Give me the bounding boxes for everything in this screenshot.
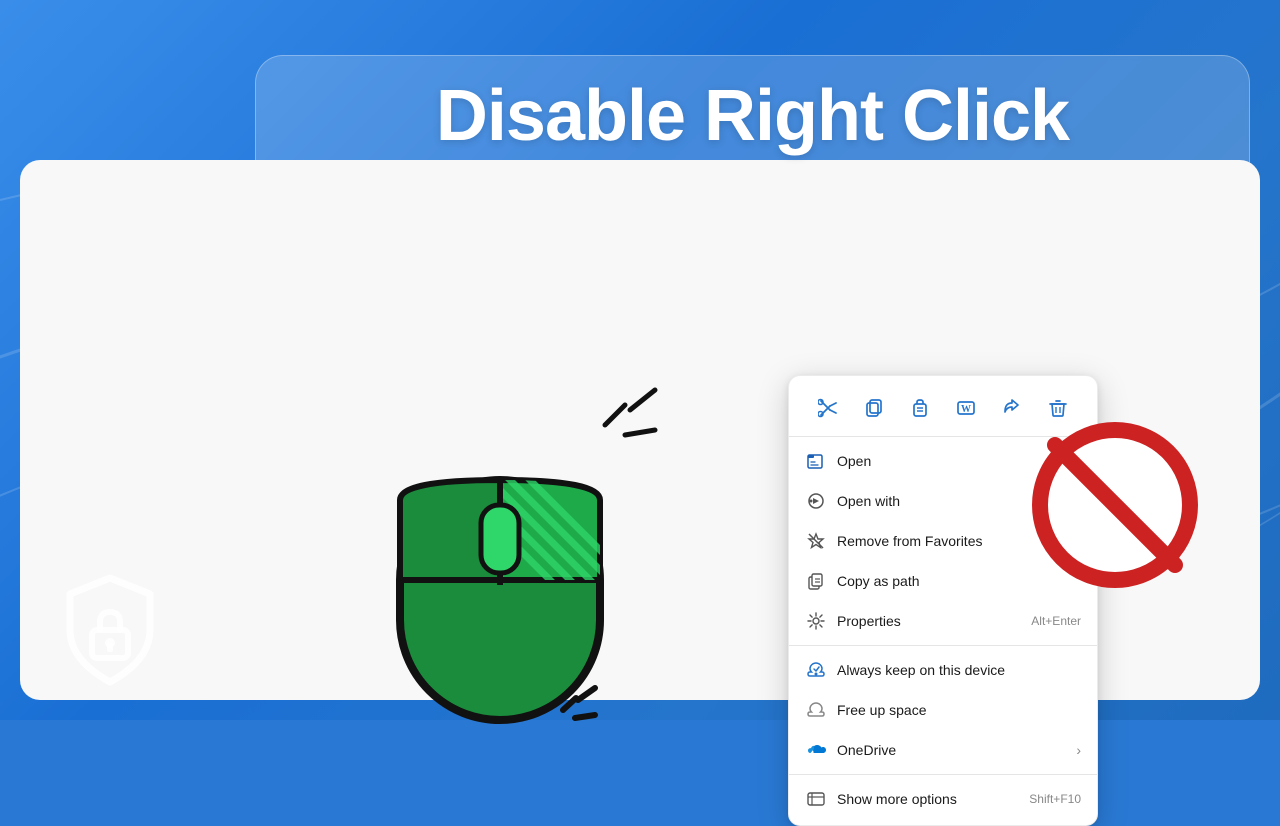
rename-icon[interactable]: W <box>948 390 984 426</box>
more-options-icon <box>805 788 827 810</box>
copy-icon[interactable] <box>856 390 892 426</box>
open-icon <box>805 450 827 472</box>
click-lines <box>595 380 675 440</box>
free-up-icon <box>805 699 827 721</box>
menu-item-free-up[interactable]: Free up space <box>789 690 1097 730</box>
page-title: Disable Right Click <box>255 75 1250 157</box>
copy-path-icon <box>805 570 827 592</box>
remove-favorites-icon <box>805 530 827 552</box>
cut-icon[interactable] <box>810 390 846 426</box>
free-up-label: Free up space <box>837 702 1081 718</box>
properties-icon <box>805 610 827 632</box>
menu-divider-1 <box>789 645 1097 646</box>
more-options-label: Show more options <box>837 791 1021 807</box>
always-keep-label: Always keep on this device <box>837 662 1081 678</box>
menu-divider-2 <box>789 774 1097 775</box>
properties-label: Properties <box>837 613 1023 629</box>
menu-item-more-options[interactable]: Show more options Shift+F10 <box>789 779 1097 819</box>
inner-card: W <box>20 160 1260 700</box>
paste-icon[interactable] <box>902 390 938 426</box>
onedrive-icon <box>805 739 827 761</box>
always-keep-icon <box>805 659 827 681</box>
open-with-icon <box>805 490 827 512</box>
more-options-shortcut: Shift+F10 <box>1029 792 1081 806</box>
menu-item-onedrive[interactable]: OneDrive › <box>789 730 1097 770</box>
share-icon[interactable] <box>994 390 1030 426</box>
svg-text:W: W <box>961 404 971 415</box>
ban-circle <box>1030 420 1200 590</box>
properties-shortcut: Alt+Enter <box>1031 614 1081 628</box>
shield-lock-icon <box>50 570 170 690</box>
onedrive-arrow: › <box>1076 742 1081 758</box>
mouse-svg <box>380 400 620 740</box>
open-label: Open <box>837 453 1044 469</box>
menu-item-always-keep[interactable]: Always keep on this device <box>789 650 1097 690</box>
menu-item-properties[interactable]: Properties Alt+Enter <box>789 601 1097 641</box>
onedrive-label: OneDrive <box>837 742 1072 758</box>
